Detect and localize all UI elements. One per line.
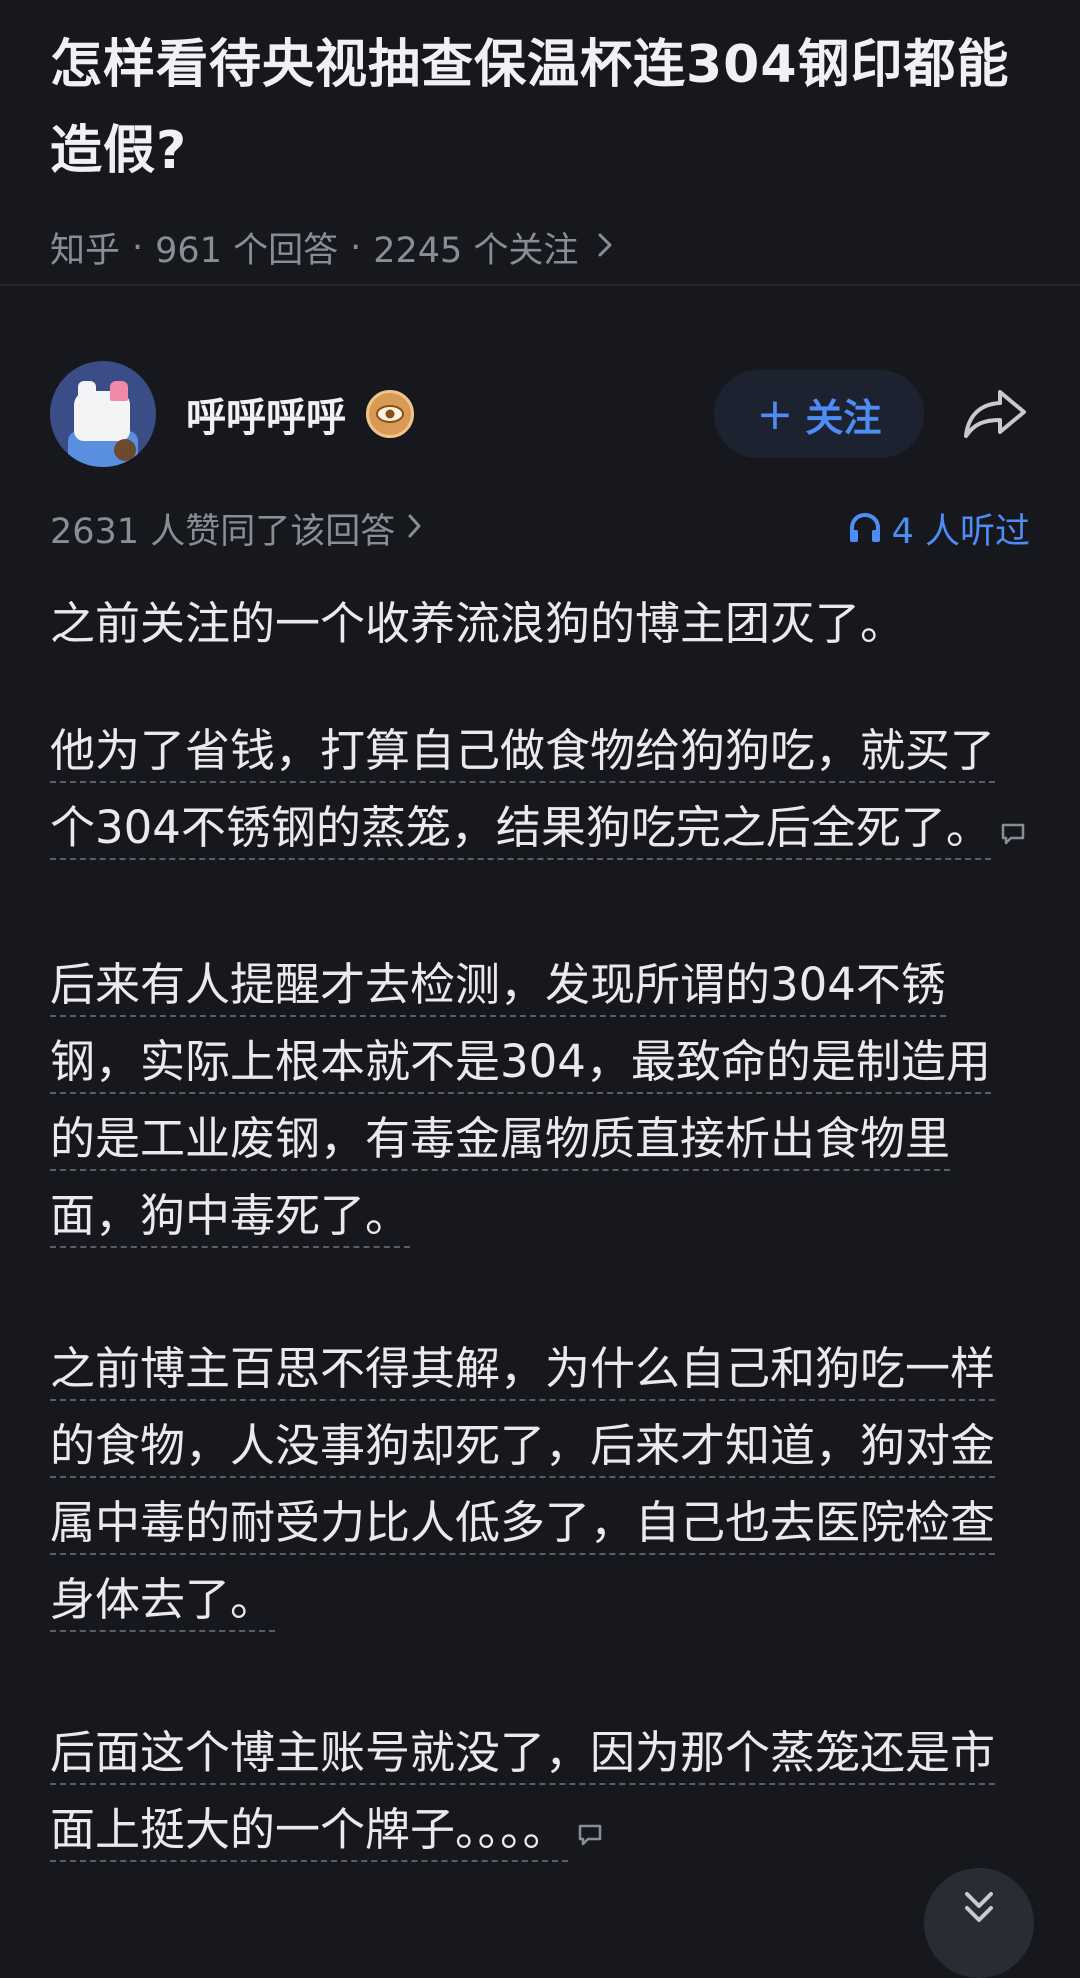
plus-icon: + <box>756 388 794 440</box>
answer-paragraph: 后面这个博主账号就没了，因为那个蒸笼还是市面上挺大的一个牌子。。。。 <box>50 1714 1030 1872</box>
scroll-down-button[interactable] <box>924 1868 1034 1978</box>
highlighted-text[interactable]: 后面这个博主账号就没了，因为那个蒸笼还是市面上挺大的一个牌子。。。。 <box>50 1725 996 1862</box>
answer-paragraph: 后来有人提醒才去检测，发现所谓的304不锈钢，实际上根本就不是304，最致命的是… <box>50 946 1030 1254</box>
highlighted-text[interactable]: 后来有人提醒才去检测，发现所谓的304不锈钢，实际上根本就不是304，最致命的是… <box>50 957 991 1248</box>
author-row: 呼呼呼呼 + 关注 <box>50 358 1030 470</box>
eye-badge-icon <box>366 390 414 438</box>
listen-text: 4 人听过 <box>891 511 1030 552</box>
meta-separator: · <box>132 227 144 268</box>
answer-content: 之前关注的一个收养流浪狗的博主团灭了。 他为了省钱，打算自己做食物给狗狗吃，就买… <box>50 585 1030 1947</box>
double-chevron-down-icon <box>965 1892 993 1922</box>
highlighted-text[interactable]: 他为了省钱，打算自己做食物给狗狗吃，就买了个304不锈钢的蒸笼，结果狗吃完之后全… <box>50 724 996 860</box>
author-name[interactable]: 呼呼呼呼 <box>186 385 346 443</box>
meta-separator: · <box>350 227 362 268</box>
chevron-right-icon <box>596 228 614 268</box>
answer-paragraph: 他为了省钱，打算自己做食物给狗狗吃，就买了个304不锈钢的蒸笼，结果狗吃完之后全… <box>50 712 1030 870</box>
comment-bubble-icon[interactable] <box>576 1794 604 1871</box>
chevron-right-icon <box>407 508 423 548</box>
share-arrow-icon <box>964 390 1026 438</box>
highlighted-text[interactable]: 之前博主百思不得其解，为什么自己和狗吃一样的食物，人没事狗却死了，后来才知道，狗… <box>50 1341 996 1632</box>
answers-count: 961 个回答 <box>155 231 339 271</box>
question-meta[interactable]: 知乎 · 961 个回答 · 2245 个关注 <box>50 222 1030 273</box>
headphones-icon <box>849 512 880 542</box>
question-header: 怎样看待央视抽查保温杯连304钢印都能造假? 知乎 · 961 个回答 · 22… <box>0 0 1080 286</box>
question-source: 知乎 <box>50 231 121 271</box>
listen-button[interactable]: 4 人听过 <box>848 503 1030 554</box>
stats-row: 2631 人赞同了该回答 4 人听过 <box>50 500 1030 556</box>
comment-bubble-icon[interactable] <box>999 793 1027 870</box>
avatar[interactable] <box>50 361 156 467</box>
share-button[interactable] <box>960 379 1030 449</box>
answer-paragraph: 之前博主百思不得其解，为什么自己和狗吃一样的食物，人没事狗却死了，后来才知道，狗… <box>50 1330 1030 1638</box>
followers-count: 2245 个关注 <box>373 231 579 271</box>
answer-paragraph: 之前关注的一个收养流浪狗的博主团灭了。 <box>50 597 906 650</box>
follow-button[interactable]: + 关注 <box>714 370 924 458</box>
follow-label: 关注 <box>805 395 882 440</box>
question-title[interactable]: 怎样看待央视抽查保温杯连304钢印都能造假? <box>50 22 1030 194</box>
upvotes-text[interactable]: 2631 人赞同了该回答 <box>50 503 395 554</box>
